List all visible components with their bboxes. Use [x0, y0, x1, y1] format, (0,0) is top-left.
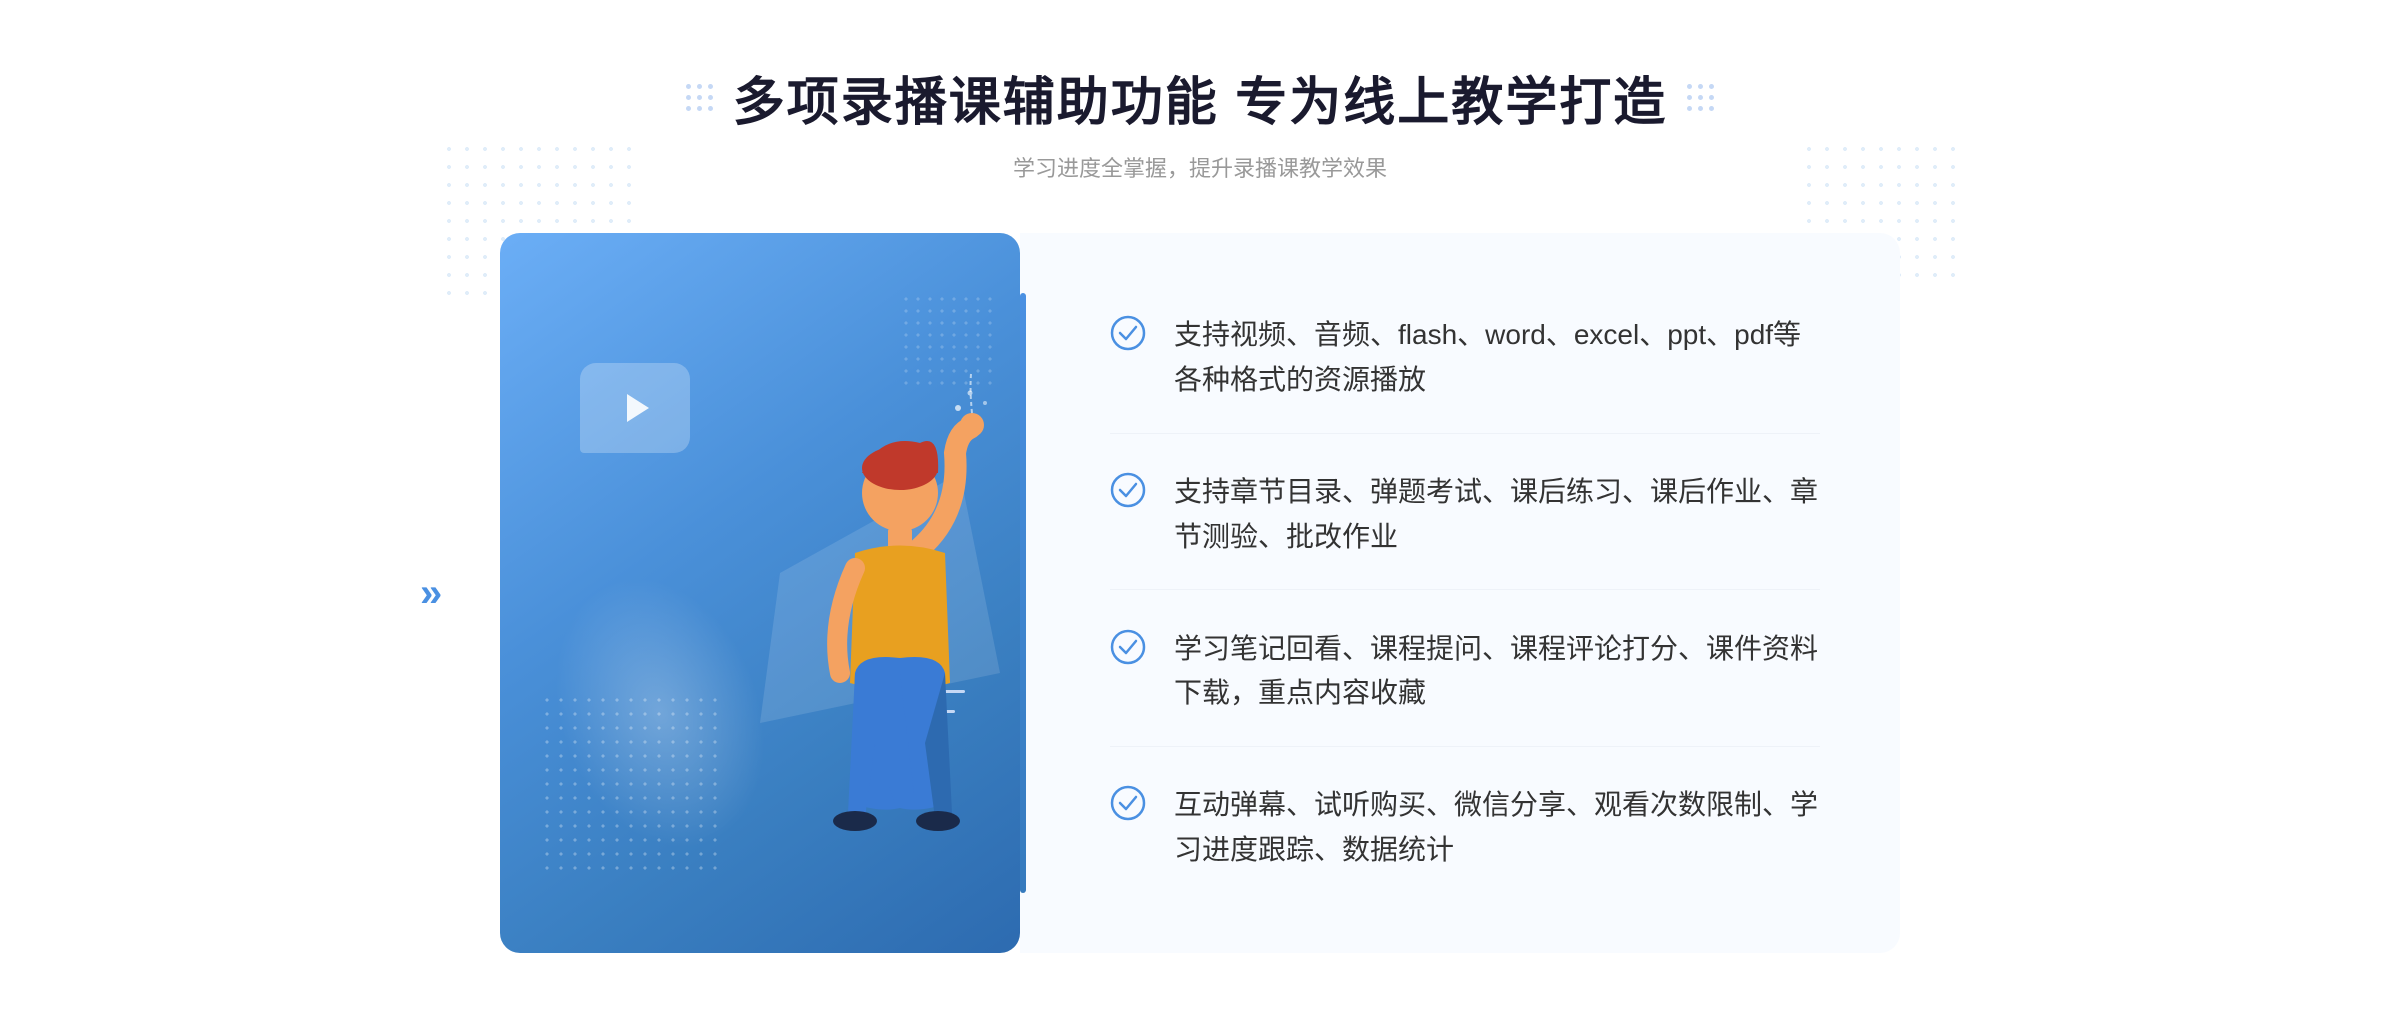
- feature-item-4: 互动弹幕、试听购买、微信分享、观看次数限制、学习进度跟踪、数据统计: [1110, 753, 1820, 903]
- feature-text-1: 支持视频、音频、flash、word、excel、ppt、pdf等各种格式的资源…: [1174, 313, 1820, 403]
- dot: [708, 106, 713, 111]
- dot: [686, 106, 691, 111]
- header-section: 多项录播课辅助功能 专为线上教学打造: [686, 60, 1714, 183]
- dot: [1709, 95, 1714, 100]
- main-title: 多项录播课辅助功能 专为线上教学打造: [733, 60, 1667, 135]
- dot: [686, 84, 691, 89]
- check-circle-icon-2: [1110, 472, 1146, 508]
- dot: [697, 95, 702, 100]
- dot: [686, 95, 691, 100]
- dot: [1709, 106, 1714, 111]
- play-bubble: [580, 363, 690, 453]
- feature-item-2: 支持章节目录、弹题考试、课后练习、课后作业、章节测验、批改作业: [1110, 440, 1820, 591]
- dot: [1687, 84, 1692, 89]
- dot: [708, 95, 713, 100]
- play-triangle-icon: [627, 394, 649, 422]
- check-circle-icon-3: [1110, 629, 1146, 665]
- left-chevrons-decoration: »: [420, 573, 442, 613]
- feature-text-4: 互动弹幕、试听购买、微信分享、观看次数限制、学习进度跟踪、数据统计: [1174, 783, 1820, 873]
- dot: [697, 106, 702, 111]
- dot: [1687, 95, 1692, 100]
- left-panel: [500, 233, 1020, 953]
- right-title-dots: [1687, 84, 1714, 111]
- feature-item-1: 支持视频、音频、flash、word、excel、ppt、pdf等各种格式的资源…: [1110, 283, 1820, 434]
- dot: [697, 84, 702, 89]
- subtitle: 学习进度全掌握，提升录播课教学效果: [686, 151, 1714, 183]
- main-card-wrapper: »: [500, 233, 1900, 953]
- feature-item-3: 学习笔记回看、课程提问、课程评论打分、课件资料下载，重点内容收藏: [1110, 597, 1820, 748]
- dot: [1709, 84, 1714, 89]
- person-illustration: [700, 373, 1000, 953]
- title-row: 多项录播课辅助功能 专为线上教学打造: [686, 60, 1714, 135]
- check-circle-icon-1: [1110, 315, 1146, 351]
- dot: [1698, 106, 1703, 111]
- blue-accent-bar: [1020, 293, 1026, 893]
- page-container: 多项录播课辅助功能 专为线上教学打造: [0, 0, 2400, 1033]
- right-panel: 支持视频、音频、flash、word、excel、ppt、pdf等各种格式的资源…: [1020, 233, 1900, 953]
- check-circle-icon-4: [1110, 785, 1146, 821]
- dot: [708, 84, 713, 89]
- dot: [1687, 106, 1692, 111]
- dot: [1698, 95, 1703, 100]
- dot: [1698, 84, 1703, 89]
- content-area: 支持视频、音频、flash、word、excel、ppt、pdf等各种格式的资源…: [500, 233, 1900, 953]
- chevron-icon: »: [420, 573, 442, 613]
- feature-text-3: 学习笔记回看、课程提问、课程评论打分、课件资料下载，重点内容收藏: [1174, 627, 1820, 717]
- feature-text-2: 支持章节目录、弹题考试、课后练习、课后作业、章节测验、批改作业: [1174, 470, 1820, 560]
- left-title-dots: [686, 84, 713, 111]
